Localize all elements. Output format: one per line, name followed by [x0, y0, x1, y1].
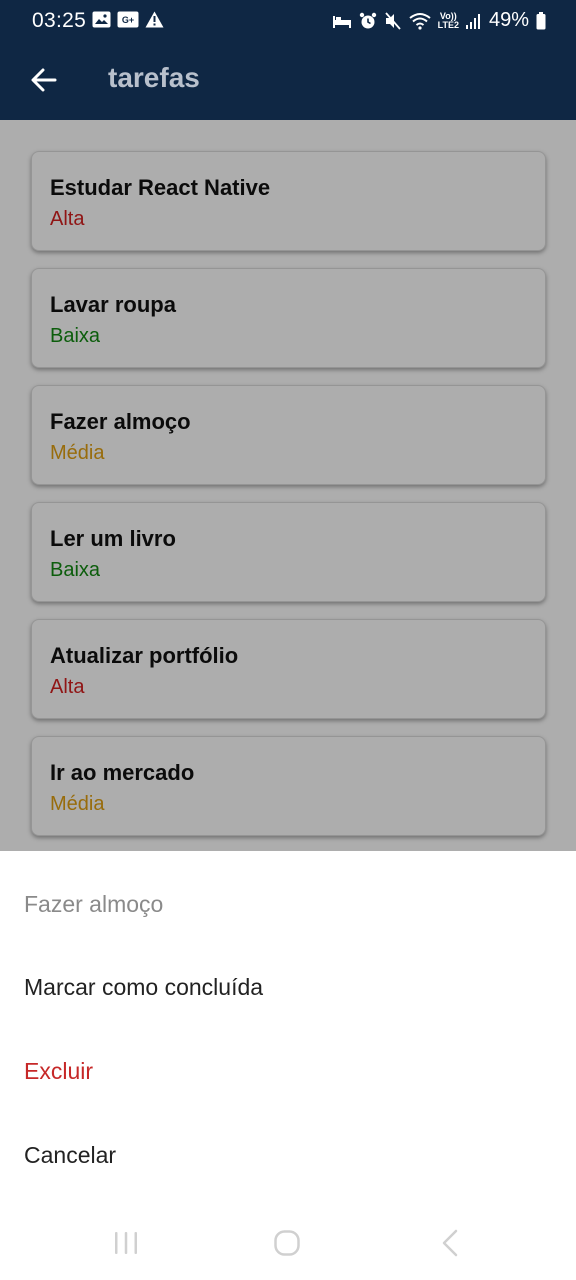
mark-complete-option[interactable]: Marcar como concluída: [24, 974, 263, 1001]
signal-icon: [465, 13, 480, 29]
image-icon: [92, 11, 111, 28]
warning-icon: [145, 11, 164, 28]
recents-icon: [115, 1232, 137, 1254]
modal-backdrop[interactable]: [0, 120, 576, 851]
status-time: 03:25: [32, 9, 87, 32]
svg-text:G+: G+: [122, 15, 134, 25]
alarm-icon: [359, 12, 376, 28]
cancel-option[interactable]: Cancelar: [24, 1142, 116, 1169]
lte-icon: Vo)) LTE2: [437, 11, 459, 30]
delete-option[interactable]: Excluir: [24, 1058, 93, 1085]
sleep-icon: [332, 15, 351, 28]
lte-label-bottom: LTE2: [437, 19, 459, 30]
home-button[interactable]: [267, 1227, 307, 1259]
system-back-button[interactable]: [430, 1227, 470, 1259]
back-button[interactable]: [24, 60, 64, 100]
mute-icon: [384, 11, 401, 30]
battery-icon: [536, 11, 546, 29]
action-sheet-title: Fazer almoço: [24, 891, 164, 917]
back-icon: [442, 1229, 458, 1257]
status-bar: 03:25 G+ Vo)) LTE2 49%: [0, 0, 576, 40]
battery-percentage: 49%: [488, 9, 529, 31]
wifi-icon: [409, 12, 431, 30]
recents-button[interactable]: [106, 1227, 146, 1259]
arrow-left-icon: [31, 68, 57, 92]
data-saver-icon: G+: [117, 11, 139, 28]
status-left-icons: G+: [92, 11, 164, 28]
action-sheet: Fazer almoço Marcar como concluída Exclu…: [0, 851, 576, 1205]
system-nav-bar: [0, 1205, 576, 1280]
home-icon: [274, 1230, 300, 1256]
app-header: tarefas: [0, 40, 576, 120]
status-right-icons: Vo)) LTE2 49%: [332, 9, 546, 32]
page-title: tarefas: [108, 62, 200, 93]
